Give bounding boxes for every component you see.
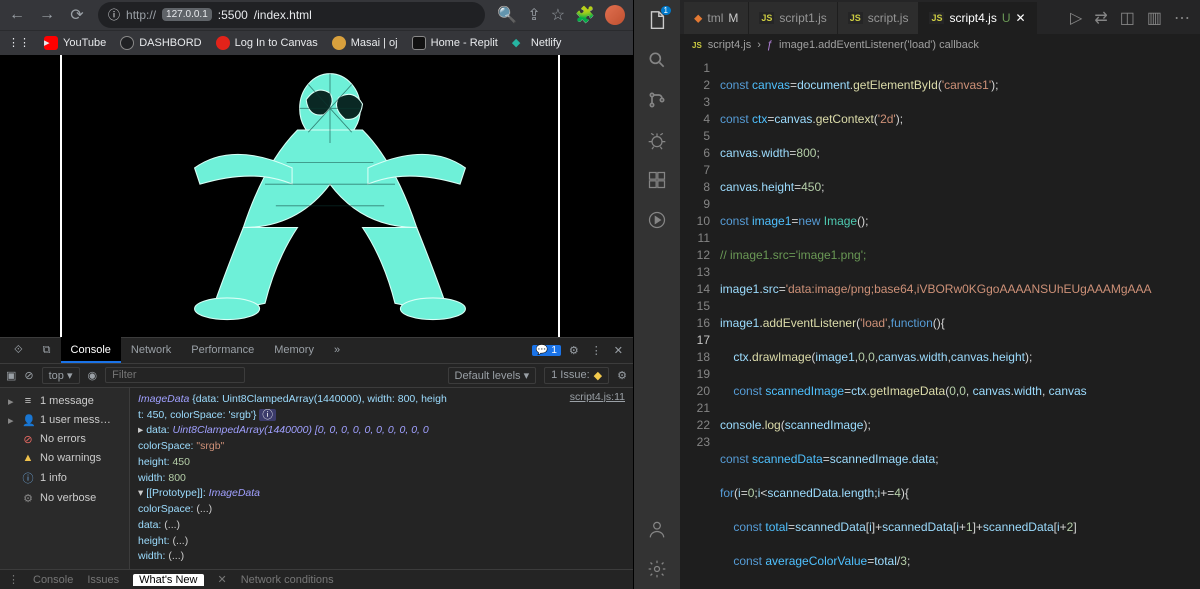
code-editor[interactable]: 1234567891011121314151617181920212223 co… — [680, 56, 1200, 589]
bookmark-canvas[interactable]: Log In to Canvas — [216, 36, 318, 50]
devtools-tabs: ⟐ ⧉ Console Network Performance Memory »… — [0, 338, 633, 364]
editor-area: ⬥tml M JSscript1.js JSscript.js JSscript… — [680, 0, 1200, 589]
search-icon[interactable] — [645, 48, 669, 72]
bookmark-youtube[interactable]: ▸YouTube — [44, 36, 106, 50]
extensions-icon[interactable] — [645, 168, 669, 192]
side-warnings[interactable]: ▲No warnings — [0, 449, 129, 467]
side-verbose[interactable]: ⚙No verbose — [0, 489, 129, 508]
sidebar-toggle[interactable]: ▣ — [6, 369, 16, 382]
side-errors[interactable]: ⊘No errors — [0, 430, 129, 449]
back-button[interactable]: ← — [8, 6, 26, 24]
chat-badge[interactable]: 💬 1 — [532, 345, 561, 356]
device-icon[interactable]: ⧉ — [33, 337, 61, 363]
more-icon[interactable]: ⋯ — [1174, 8, 1190, 28]
tab-network[interactable]: Network — [121, 337, 181, 363]
manage-icon[interactable] — [645, 557, 669, 581]
code-content[interactable]: const canvas=document.getElementById('ca… — [720, 56, 1200, 589]
tab-script[interactable]: JSscript.js — [838, 2, 920, 34]
editor-tabs: ⬥tml M JSscript1.js JSscript.js JSscript… — [680, 0, 1200, 34]
console-toolbar: ▣ ⊘ top ▾ ◉ Default levels ▾ 1 Issue: ◆ … — [0, 364, 633, 388]
layout-icon[interactable]: ▥ — [1147, 8, 1162, 28]
drawer-close-icon[interactable]: ✕ — [218, 573, 227, 586]
apps-button[interactable]: ⋮⋮ — [8, 36, 30, 49]
filter-input[interactable] — [105, 367, 245, 383]
url-scheme: http:// — [126, 8, 156, 22]
git-compare-icon[interactable]: ⇄ — [1094, 8, 1107, 28]
drawer-issues[interactable]: Issues — [87, 574, 119, 586]
eye-icon[interactable]: ◉ — [88, 369, 98, 382]
activity-bar: 1 — [634, 0, 680, 589]
tab-performance[interactable]: Performance — [181, 337, 264, 363]
levels-select[interactable]: Default levels ▾ — [448, 367, 537, 384]
console-sidebar: ▸≡1 message ▸👤1 user mess… ⊘No errors ▲N… — [0, 388, 130, 569]
drawer-console[interactable]: Console — [33, 574, 73, 586]
explorer-icon[interactable]: 1 — [645, 8, 669, 32]
profile-avatar[interactable] — [605, 5, 625, 25]
reload-button[interactable]: ⟳ — [68, 5, 86, 25]
debug-icon[interactable] — [645, 128, 669, 152]
devtools-panel: ⟐ ⧉ Console Network Performance Memory »… — [0, 337, 633, 589]
gear-icon[interactable]: ⚙ — [617, 369, 627, 382]
info-icon: ⓘ — [108, 6, 120, 23]
console-output: script4.js:11 ImageData {data: Uint8Clam… — [130, 388, 633, 569]
account-icon[interactable] — [645, 517, 669, 541]
bookmark-replit[interactable]: Home - Replit — [412, 36, 498, 50]
side-messages[interactable]: ▸≡1 message — [0, 392, 129, 411]
canvas-output — [60, 55, 560, 337]
tab-html[interactable]: ⬥tml M — [684, 2, 749, 34]
url-host: 127.0.0.1 — [162, 8, 212, 21]
clear-icon[interactable]: ⊘ — [24, 369, 33, 382]
page-viewport — [0, 55, 633, 337]
tab-script4[interactable]: JSscript4.js U ✕ — [919, 2, 1036, 34]
side-user[interactable]: ▸👤1 user mess… — [0, 411, 129, 430]
url-path: /index.html — [254, 8, 312, 22]
kebab-icon[interactable]: ⋮ — [585, 344, 608, 357]
run-button[interactable]: ▷ — [1070, 8, 1082, 28]
forward-button[interactable]: → — [38, 6, 56, 24]
split-icon[interactable]: ◫ — [1120, 8, 1135, 28]
drawer-kebab[interactable]: ⋮ — [8, 573, 19, 586]
share-icon[interactable]: ⇪ — [527, 5, 540, 25]
bookmark-dashbord[interactable]: DASHBORD — [120, 36, 201, 50]
source-control-icon[interactable] — [645, 88, 669, 112]
tab-console[interactable]: Console — [61, 337, 121, 363]
source-link[interactable]: script4.js:11 — [570, 390, 625, 406]
inspect-icon[interactable]: ⟐ — [4, 337, 33, 363]
devtools-drawer-tabs: ⋮ Console Issues What's New ✕ Network co… — [0, 569, 633, 589]
tab-script1[interactable]: JSscript1.js — [749, 2, 837, 34]
bookmarks-bar: ⋮⋮ ▸YouTube DASHBORD Log In to Canvas Ma… — [0, 30, 633, 55]
tab-close-icon[interactable]: ✕ — [1015, 11, 1025, 25]
close-icon[interactable]: ✕ — [608, 344, 629, 357]
drawer-network[interactable]: Network conditions — [241, 574, 334, 586]
search-icon[interactable]: 🔍 — [497, 5, 517, 25]
breadcrumb[interactable]: JSscript4.js › ƒ image1.addEventListener… — [680, 34, 1200, 56]
star-icon[interactable]: ☆ — [551, 5, 565, 25]
tab-more[interactable]: » — [324, 337, 350, 363]
chrome-toolbar: ← → ⟳ ⓘ http:// 127.0.0.1 :5500/index.html… — [0, 0, 633, 30]
drawer-whatsnew[interactable]: What's New — [133, 574, 203, 586]
issues-chip[interactable]: 1 Issue: ◆ — [544, 367, 609, 384]
bookmark-netlify[interactable]: ◆Netlify — [512, 36, 562, 50]
side-info[interactable]: ⓘ1 info — [0, 467, 129, 489]
url-port: :5500 — [218, 8, 248, 22]
run-icon[interactable] — [645, 208, 669, 232]
extensions-icon[interactable]: 🧩 — [575, 5, 595, 25]
settings-icon[interactable]: ⚙ — [563, 344, 585, 357]
line-gutter: 1234567891011121314151617181920212223 — [680, 56, 720, 589]
address-bar[interactable]: ⓘ http:// 127.0.0.1 :5500/index.html — [98, 2, 485, 28]
spiderman-figure — [160, 65, 500, 325]
tab-memory[interactable]: Memory — [264, 337, 324, 363]
chrome-window: ← → ⟳ ⓘ http:// 127.0.0.1 :5500/index.html… — [0, 0, 633, 589]
context-select[interactable]: top ▾ — [42, 367, 80, 384]
bookmark-masai[interactable]: Masai | oj — [332, 36, 398, 50]
vscode-window: 1 ⬥tml M JSscript1.js JSscript.js JSscri… — [633, 0, 1200, 589]
